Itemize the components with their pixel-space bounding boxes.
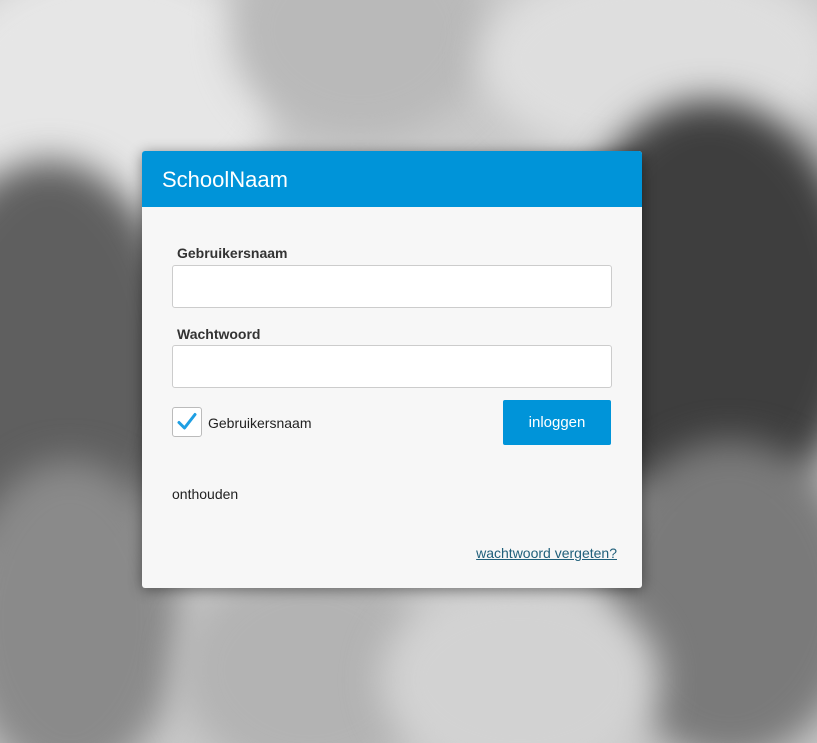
- checkmark-icon: [177, 413, 197, 430]
- password-label: Wachtwoord: [177, 326, 261, 342]
- login-header: SchoolNaam: [142, 151, 642, 207]
- password-input[interactable]: [172, 345, 612, 388]
- username-input[interactable]: [172, 265, 612, 308]
- login-card: SchoolNaam Gebruikersnaam Wachtwoord Geb…: [142, 151, 642, 588]
- username-label: Gebruikersnaam: [177, 245, 288, 261]
- forgot-password-link[interactable]: wachtwoord vergeten?: [476, 545, 617, 561]
- remember-label-continued: onthouden: [172, 486, 239, 502]
- remember-checkbox[interactable]: [172, 407, 202, 437]
- school-name-title: SchoolNaam: [162, 167, 288, 192]
- login-button[interactable]: inloggen: [503, 400, 611, 445]
- remember-label: Gebruikersnaam: [208, 415, 312, 431]
